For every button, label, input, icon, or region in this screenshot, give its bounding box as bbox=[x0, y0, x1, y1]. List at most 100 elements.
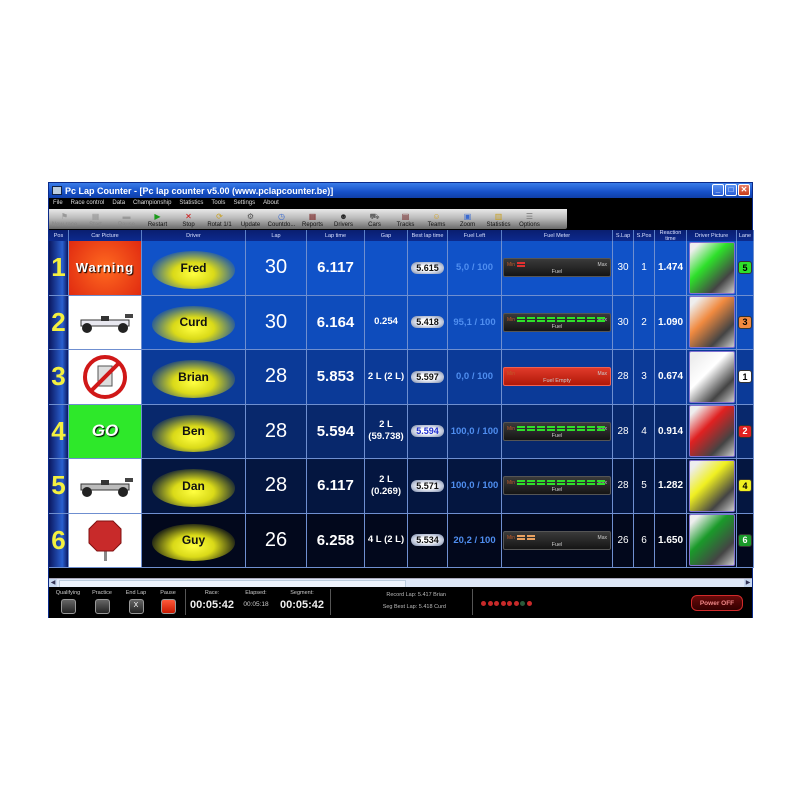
toolbar-zoom-button[interactable]: ▣ Zoom bbox=[452, 209, 483, 229]
horizontal-scrollbar[interactable]: ◀ ▶ bbox=[49, 578, 752, 588]
toolbar-tracks-button[interactable]: ▤ Tracks bbox=[390, 209, 421, 229]
menu-tools[interactable]: Tools bbox=[211, 200, 225, 206]
mode-pause[interactable]: Pause bbox=[153, 590, 183, 614]
mode-toggle-button[interactable] bbox=[94, 599, 110, 614]
best-lap-cell: 5.594 bbox=[408, 404, 448, 458]
meter-min-label: Min bbox=[507, 316, 516, 323]
fuel-left-cell: 5,0 / 100 bbox=[448, 241, 502, 295]
column-header-driver[interactable]: Driver bbox=[142, 230, 246, 241]
toolbar-label: Countdo... bbox=[267, 222, 296, 228]
lane-cell: 2 bbox=[737, 404, 754, 458]
column-header-fuel-meter[interactable]: Fuel Meter bbox=[502, 230, 613, 241]
toolbar: ⚑ New race ▦ Start ▬ Pause ▶ Restart ✕ Stop ⟳ Rotat… bbox=[49, 208, 752, 229]
column-header-pos[interactable]: Pos bbox=[49, 230, 69, 241]
toolbar-update-button[interactable]: ⚙ Update bbox=[235, 209, 266, 229]
driver-picture-cell bbox=[687, 350, 737, 404]
driver-name: Fred bbox=[180, 260, 207, 275]
mode-end-lap[interactable]: End Lap X bbox=[121, 590, 151, 614]
race-timer: Race: 00:05:42 bbox=[188, 590, 236, 611]
column-header-driver-picture[interactable]: Driver Picture bbox=[687, 230, 737, 241]
toolbar-stop-button[interactable]: ✕ Stop bbox=[173, 209, 204, 229]
toolbar-countdo-button[interactable]: ◷ Countdo... bbox=[266, 209, 297, 229]
mode-practice[interactable]: Practice bbox=[87, 590, 117, 614]
menu-settings[interactable]: Settings bbox=[233, 200, 255, 206]
table-row[interactable]: 3 Brian 28 5.853 2 L (2 L) 5.597 0,0 / 100 Min M… bbox=[49, 350, 754, 405]
driver-cell: Curd bbox=[142, 295, 246, 349]
toolbar-drivers-button[interactable]: ☻ Drivers bbox=[328, 209, 359, 229]
elapsed-timer: Elapsed: 00:05:18 bbox=[239, 590, 273, 608]
fuel-meter: MinMaxFuel bbox=[503, 312, 611, 332]
toolbar-label: New race bbox=[51, 222, 78, 228]
table-row[interactable]: 2Curd306.1640.2545.41895,1 / 100MinMaxFu… bbox=[49, 295, 754, 350]
driver-picture-cell bbox=[687, 459, 737, 513]
menu-championship[interactable]: Championship bbox=[133, 200, 171, 206]
fuel-meter-cell: MinMaxFuel bbox=[502, 459, 613, 513]
scroll-right-button[interactable]: ▶ bbox=[744, 579, 752, 587]
column-header-s-pos[interactable]: S.Pos bbox=[634, 230, 655, 241]
toolbar-restart-button[interactable]: ▶ Restart bbox=[142, 209, 173, 229]
toolbar-reports-button[interactable]: ▦ Reports bbox=[297, 209, 328, 229]
meter-bars bbox=[517, 534, 535, 541]
toolbar-options-button[interactable]: ☰ Options bbox=[514, 209, 545, 229]
power-button[interactable]: Power OFF bbox=[691, 595, 743, 611]
gap-cell: 2 L (59.738) bbox=[365, 404, 408, 458]
options-icon: ☰ bbox=[525, 212, 534, 221]
meter-segment bbox=[577, 480, 585, 487]
menu-statistics[interactable]: Statistics bbox=[179, 200, 203, 206]
toolbar-pause-button[interactable]: ▬ Pause bbox=[111, 209, 142, 229]
mode-qualifying[interactable]: Qualifying bbox=[53, 590, 83, 614]
menu-file[interactable]: File bbox=[53, 200, 63, 206]
table-row[interactable]: 4 GO Ben 28 5.594 2 L (59.738) 5.594 100,0 / 10… bbox=[49, 404, 754, 459]
no-fuel-icon bbox=[83, 354, 127, 399]
fuel-left-cell: 0,0 / 100 bbox=[448, 350, 502, 404]
toolbar-cars-button[interactable]: ⛟ Cars bbox=[359, 209, 390, 229]
meter-segment bbox=[547, 316, 555, 323]
lap-cell: 28 bbox=[246, 459, 307, 513]
column-header-s-lap[interactable]: S.Lap bbox=[613, 230, 634, 241]
mode-toggle-button[interactable] bbox=[60, 599, 76, 614]
menu-data[interactable]: Data bbox=[112, 200, 125, 206]
close-button[interactable]: ✕ bbox=[738, 184, 750, 196]
segment-lap-cell: 30 bbox=[613, 295, 634, 349]
column-header-car-picture[interactable]: Car Picture bbox=[69, 230, 142, 241]
column-header-reaction-time[interactable]: Reaction time bbox=[655, 230, 687, 241]
pause-icon: ▬ bbox=[122, 212, 131, 221]
scroll-left-button[interactable]: ◀ bbox=[49, 579, 57, 587]
toolbar-new-race-button[interactable]: ⚑ New race bbox=[49, 209, 80, 229]
segment-pos-cell: 2 bbox=[634, 295, 655, 349]
car-picture: GO bbox=[69, 404, 141, 458]
toolbar-statistics-button[interactable]: ▥ Statistics bbox=[483, 209, 514, 229]
mode-toggle-button[interactable] bbox=[160, 599, 176, 614]
column-header-fuel-left[interactable]: Fuel Left bbox=[448, 230, 502, 241]
start-light bbox=[500, 601, 506, 606]
meter-segment bbox=[527, 480, 535, 487]
table-row[interactable]: 1 Warning Fred 30 6.117 5.615 5,0 / 100 Min Max F… bbox=[49, 241, 754, 296]
meter-segment bbox=[527, 425, 535, 432]
maximize-button[interactable]: □ bbox=[725, 184, 737, 196]
stop-icon: ✕ bbox=[185, 212, 192, 221]
meter-segment bbox=[527, 534, 535, 541]
column-header-lane[interactable]: Lane bbox=[737, 230, 754, 241]
column-header-gap[interactable]: Gap bbox=[365, 230, 408, 241]
table-row[interactable]: 5 Dan 28 6.117 2 L (0.269) 5.571 100,0 / 100 Mi… bbox=[49, 459, 754, 514]
minimize-button[interactable]: _ bbox=[712, 184, 724, 196]
segment-pos-cell: 6 bbox=[634, 513, 655, 567]
column-header-lap[interactable]: Lap bbox=[246, 230, 307, 241]
meter-segment bbox=[597, 480, 605, 487]
mode-toggle-button[interactable]: X bbox=[128, 599, 144, 614]
toolbar-start-button[interactable]: ▦ Start bbox=[80, 209, 111, 229]
column-header-lap-time[interactable]: Lap time bbox=[307, 230, 365, 241]
lane-cell: 4 bbox=[737, 459, 754, 513]
best-lap-cell: 5.597 bbox=[408, 350, 448, 404]
table-row[interactable]: 6 Guy 26 6.258 4 L (2 L) 5.534 20,2 / 100 Min Ma… bbox=[49, 513, 754, 568]
car-picture-cell bbox=[69, 513, 142, 567]
toolbar-rotat-1-1-button[interactable]: ⟳ Rotat 1/1 bbox=[204, 209, 235, 229]
column-header-best-lap-time[interactable]: Best lap time bbox=[408, 230, 448, 241]
menu-about[interactable]: About bbox=[263, 200, 279, 206]
meter-max-label: Max bbox=[597, 262, 607, 269]
meter-bars bbox=[517, 480, 605, 487]
menu-race-control[interactable]: Race control bbox=[71, 200, 105, 206]
meter-segment bbox=[577, 316, 585, 323]
meter-bars bbox=[517, 316, 605, 323]
toolbar-teams-button[interactable]: ☺ Teams bbox=[421, 209, 452, 229]
